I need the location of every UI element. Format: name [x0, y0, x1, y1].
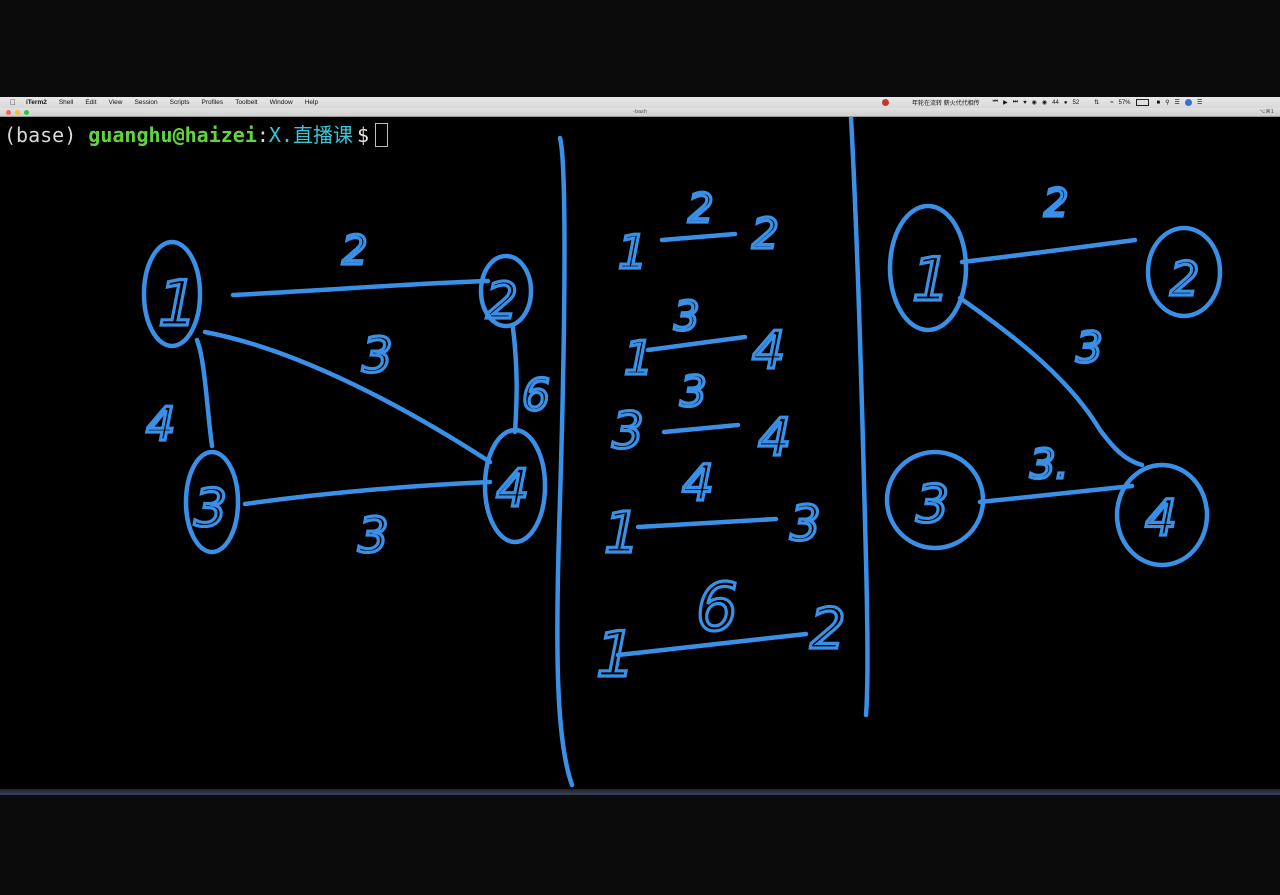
macos-menubar:  iTerm2 Shell Edit View Session Scripts… [0, 97, 1280, 108]
right-node-1-label: 1 [912, 245, 950, 315]
left-edge-1-2 [230, 278, 491, 298]
play-icon[interactable]: ▶ [1003, 99, 1008, 106]
right-node-3-label: 3 [916, 475, 949, 535]
edge-3-v: 4 [758, 408, 791, 468]
notification-badge: 52 [1072, 99, 1080, 106]
network-speed-icon: ⇅ [1094, 100, 1100, 106]
edge-5-w: 6 [696, 569, 738, 646]
menu-profiles[interactable]: Profiles [196, 97, 230, 108]
menu-toolbelt[interactable]: Toolbelt [229, 97, 263, 108]
edge-2-u: 1 [624, 331, 653, 385]
left-node-3-label: 3 [194, 479, 227, 539]
screen-recording-frame:  iTerm2 Shell Edit View Session Scripts… [0, 97, 1280, 795]
right-node-2-label: 2 [1170, 252, 1199, 306]
edge-3-w: 3 [680, 367, 707, 416]
right-edge-3-4 [977, 483, 1135, 505]
now-playing-text[interactable]: 年轮在流转 薪火代代相传 [912, 98, 980, 107]
terminal-pane[interactable]: (base) guanghu@haizei:X.直播课 $ 1 2 3 4 2 3 [0, 117, 1280, 789]
battery-icon[interactable] [1135, 99, 1149, 106]
control-center-icon[interactable]: ☰ [1175, 99, 1180, 106]
left-graph: 1 2 3 4 2 3 4 3 6 [141, 226, 552, 566]
right-divider-line [848, 117, 870, 718]
left-edge-3-4 [242, 479, 493, 507]
wechat-badge: 44 [1052, 99, 1059, 106]
menu-view[interactable]: View [103, 97, 129, 108]
music-app-icon[interactable] [882, 99, 889, 106]
next-track-icon[interactable]: ⏭ [1013, 99, 1018, 106]
menu-shell[interactable]: Shell [53, 97, 79, 108]
left-weight-1-2: 2 [342, 228, 367, 274]
zoom-window-button[interactable] [24, 109, 29, 115]
edge-1-w: 2 [688, 186, 713, 232]
edge-4-v: 3 [790, 496, 821, 552]
previous-track-icon[interactable]: ⏮ [993, 99, 998, 106]
right-weight-3-4: 3. [1030, 442, 1068, 488]
left-edge-1-4 [202, 329, 493, 465]
edge-1-v: 2 [752, 209, 779, 258]
notification-icon[interactable]: ● [1064, 100, 1068, 106]
right-weight-1-4: 3 [1076, 323, 1103, 372]
menu-window[interactable]: Window [264, 97, 299, 108]
menu-session[interactable]: Session [129, 97, 164, 108]
left-weight-1-4: 3 [362, 328, 393, 384]
battery-percent: 57% [1118, 99, 1131, 106]
menu-scripts[interactable]: Scripts [164, 97, 196, 108]
input-method-icon[interactable]: ■ [1157, 100, 1161, 106]
close-window-button[interactable] [6, 109, 11, 115]
app-menu[interactable]: iTerm2 [20, 97, 53, 108]
edge-5-v: 2 [810, 597, 846, 662]
edge-2-w: 3 [674, 294, 699, 340]
edge-1-line [659, 231, 738, 243]
right-edge-1-4 [957, 295, 1145, 468]
notification-center-icon[interactable]: ☰ [1197, 99, 1202, 106]
edge-1-u: 1 [618, 225, 647, 279]
spotlight-search-icon[interactable]: ⚲ [1165, 99, 1169, 106]
heart-icon[interactable]: ♥ [1023, 100, 1027, 106]
user-avatar-icon[interactable] [1184, 99, 1192, 106]
left-edge-2-4 [510, 325, 519, 435]
wechat-icon[interactable]: ◉ [1042, 99, 1047, 106]
left-node-1-label: 1 [158, 267, 197, 340]
apple-icon[interactable]:  [6, 98, 20, 107]
sorted-edge-list: 1 2 2 1 3 4 3 3 4 1 4 3 1 6 2 [594, 184, 847, 692]
minimize-window-button[interactable] [15, 109, 20, 115]
right-node-4-label: 4 [1145, 489, 1177, 547]
record-icon[interactable]: ◉ [1032, 99, 1037, 106]
right-edge-1-2 [959, 237, 1138, 265]
handwritten-annotation: 1 2 3 4 2 3 4 3 6 1 2 2 1 3 4 3 3 4 1 4 … [141, 117, 1223, 788]
right-weight-1-2: 2 [1044, 181, 1068, 225]
left-node-2-label: 2 [486, 272, 518, 330]
left-edge-1-3 [194, 337, 215, 449]
left-divider-line [555, 135, 575, 788]
right-graph: 1 2 3 4 2 3 3. [884, 179, 1223, 568]
dock-strip [0, 789, 1280, 795]
left-weight-2-4: 6 [522, 370, 550, 421]
edge-4-w: 4 [682, 454, 714, 512]
menu-help[interactable]: Help [299, 97, 324, 108]
status-area: 年轮在流转 薪火代代相传 ⏮ ▶ ⏭ ♥ ◉ ◉ 44 ● 52 ⇅ ≈ 57%… [882, 97, 1202, 108]
edge-2-v: 4 [752, 321, 785, 381]
left-weight-3-4: 3 [358, 508, 389, 564]
edge-3-u: 3 [612, 402, 644, 460]
wifi-icon[interactable]: ≈ [1110, 100, 1113, 106]
window-title: -bash [633, 109, 647, 115]
window-shortcut: ⌥⌘1 [1259, 109, 1274, 115]
window-titlebar: -bash ⌥⌘1 [0, 108, 1280, 117]
edge-3-line [661, 422, 741, 435]
edge-4-line [635, 516, 779, 530]
menu-edit[interactable]: Edit [79, 97, 102, 108]
edge-4-u: 1 [604, 501, 640, 566]
left-weight-1-3: 4 [146, 397, 175, 451]
left-node-4-label: 4 [496, 459, 529, 519]
